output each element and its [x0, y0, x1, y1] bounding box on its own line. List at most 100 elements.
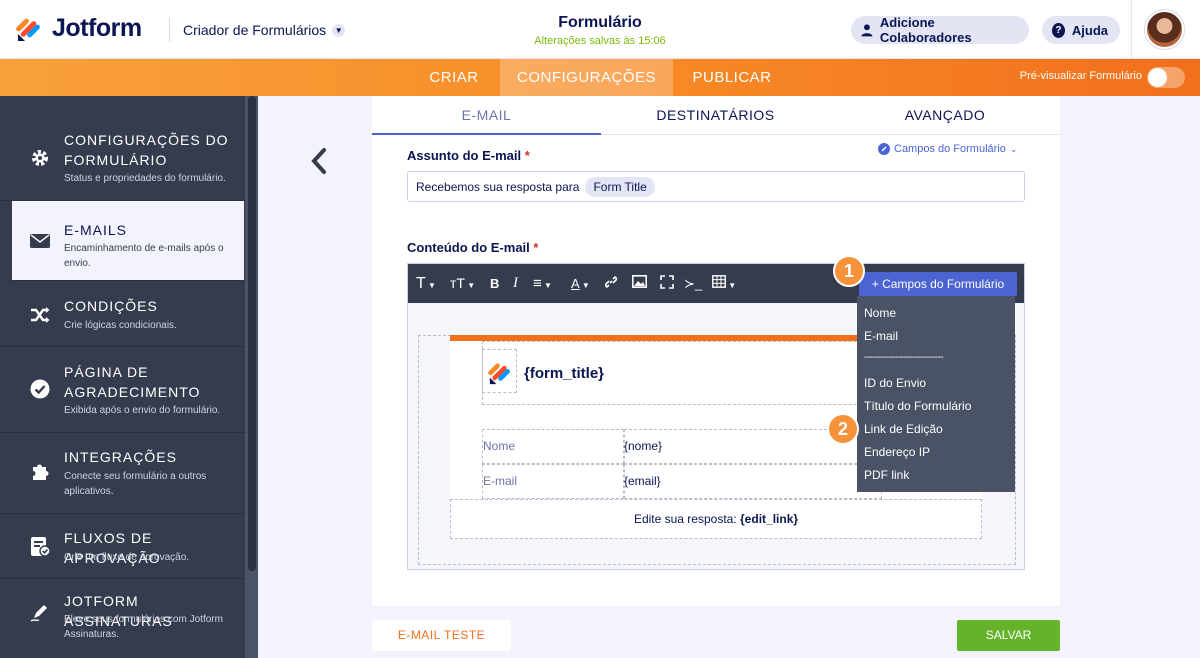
- sidebar-item-signatures[interactable]: JOTFORM ASSINATURAS Eleve seus formulári…: [0, 579, 245, 658]
- sidebar-item-thank-you[interactable]: PÁGINA DE AGRADECIMENTO Exibida após o en…: [0, 348, 245, 433]
- sidebar-item-title: CONDIÇÕES: [64, 298, 158, 314]
- pen-icon: [28, 600, 52, 624]
- table-dropdown[interactable]: ▼: [712, 275, 736, 292]
- form-title[interactable]: Formulário: [500, 14, 700, 32]
- dropdown-item-pdf-link[interactable]: PDF link: [864, 468, 909, 482]
- email-tabs: E-MAIL DESTINATÁRIOS AVANÇADO: [372, 96, 1060, 135]
- main-navigation: CRIAR CONFIGURAÇÕES PUBLICAR Pré-visuali…: [0, 59, 1200, 96]
- test-email-button[interactable]: E-MAIL TESTE: [372, 620, 511, 651]
- sidebar-item-emails[interactable]: E-MAILS Encaminhamento de e-mails após o…: [12, 201, 244, 281]
- subject-text: Recebemos sua resposta para: [416, 179, 580, 194]
- source-code-icon[interactable]: ≻_: [684, 275, 702, 292]
- add-collaborators-button[interactable]: Adicione Colaboradores: [851, 15, 1029, 45]
- sidebar-item-conditions[interactable]: CONDIÇÕES Crie lógicas condicionais.: [0, 282, 245, 347]
- top-bar: Jotform Criador de Formulários ▼ Formulá…: [0, 0, 1200, 59]
- dropdown-item-form-title[interactable]: Título do Formulário: [864, 399, 971, 413]
- brand-name: Jotform: [52, 14, 142, 42]
- edit-link-line: Edite sua resposta: {edit_link}: [633, 512, 799, 526]
- image-icon[interactable]: [632, 275, 647, 292]
- font-size-dropdown[interactable]: ᴛT ▼: [450, 275, 475, 292]
- sidebar-scrollbar-thumb[interactable]: [248, 96, 256, 571]
- sidebar-item-approval-flows[interactable]: FLUXOS DE APROVAÇÃO Crie um fluxo de apr…: [0, 514, 245, 579]
- form-title-area: Formulário Alterações salvas às 15:06: [500, 14, 700, 47]
- preview-label: Pré-visualizar Formulário: [1019, 70, 1142, 82]
- sidebar-item-desc: Eleve seus formulários com Jotform Assina…: [64, 614, 223, 640]
- subject-tag[interactable]: Form Title: [585, 176, 655, 197]
- chevron-down-icon: ▼: [332, 23, 346, 37]
- user-icon: [861, 24, 873, 37]
- sidebar-item-desc: Crie um fluxo de aprovação.: [64, 552, 190, 563]
- sidebar-item-title: CONFIGURAÇÕES DO FORMULÁRIO: [64, 132, 229, 168]
- approval-icon: [28, 535, 52, 559]
- font-family-dropdown[interactable]: T ▼: [416, 275, 436, 292]
- bold-button[interactable]: B: [490, 275, 499, 292]
- sidebar-item-desc: Status e propriedades do formulário.: [64, 173, 226, 184]
- sidebar-item-integrations[interactable]: INTEGRAÇÕES Conecte seu formulário a out…: [0, 433, 245, 514]
- italic-button[interactable]: I: [513, 275, 518, 292]
- content-label: Conteúdo do E-mail *: [407, 240, 539, 255]
- dropdown-separator: ----------------------------: [864, 352, 944, 363]
- subject-input[interactable]: Recebemos sua resposta para Form Title: [407, 171, 1025, 202]
- tab-publicar[interactable]: PUBLICAR: [676, 59, 788, 96]
- puzzle-icon: [28, 459, 52, 483]
- tab-email[interactable]: E-MAIL: [372, 96, 601, 135]
- sidebar-item-title: E-MAILS: [64, 222, 128, 238]
- row-email-label: E-mail: [483, 474, 518, 488]
- form-fields-dropdown-button[interactable]: + Campos do Formulário: [859, 272, 1017, 296]
- form-creator-dropdown[interactable]: Criador de Formulários ▼: [183, 22, 346, 38]
- help-button[interactable]: ? Ajuda: [1042, 16, 1120, 44]
- envelope-icon: [28, 229, 52, 253]
- form-fields-link-label: Campos do Formulário: [894, 143, 1006, 155]
- dropdown-item-ip-address[interactable]: Endereço IP: [864, 445, 930, 459]
- jotform-logo[interactable]: Jotform: [16, 14, 142, 43]
- question-icon: ?: [1052, 22, 1065, 38]
- save-status: Alterações salvas às 15:06: [534, 35, 666, 47]
- header-divider: [169, 18, 170, 42]
- tab-criar[interactable]: CRIAR: [412, 59, 496, 96]
- settings-sidebar: CONFIGURAÇÕES DO FORMULÁRIO Status e prop…: [0, 96, 258, 658]
- dropdown-item-edit-link[interactable]: Link de Edição: [864, 422, 943, 436]
- link-icon: [878, 143, 890, 155]
- preview-toggle[interactable]: [1147, 67, 1185, 88]
- tab-recipients[interactable]: DESTINATÁRIOS: [601, 96, 830, 135]
- form-fields-dropdown-menu: Nome E-mail ----------------------------…: [857, 296, 1015, 492]
- dropdown-item-name[interactable]: Nome: [864, 306, 896, 320]
- row-email-value: {email}: [624, 474, 661, 488]
- sidebar-item-desc: Conecte seu formulário a outros aplicativ…: [64, 471, 207, 497]
- row-name-value: {nome}: [624, 439, 663, 453]
- sidebar-item-desc: Crie lógicas condicionais.: [64, 320, 177, 331]
- check-circle-icon: [28, 377, 52, 401]
- template-form-title[interactable]: {form_title}: [524, 365, 604, 382]
- tab-configuracoes[interactable]: CONFIGURAÇÕES: [500, 59, 673, 96]
- help-label: Ajuda: [1071, 22, 1108, 38]
- sidebar-item-desc: Encaminhamento de e-mails após o envio.: [64, 243, 224, 269]
- tab-advanced[interactable]: AVANÇADO: [830, 96, 1060, 135]
- sidebar-item-form-settings[interactable]: CONFIGURAÇÕES DO FORMULÁRIO Status e prop…: [0, 96, 245, 201]
- sidebar-item-title: INTEGRAÇÕES: [64, 449, 177, 465]
- shuffle-icon: [28, 303, 52, 327]
- edit-link-tag[interactable]: {edit_link}: [740, 512, 798, 526]
- jotform-logo-icon: [488, 363, 511, 385]
- creator-label: Criador de Formulários: [183, 22, 327, 38]
- dropdown-item-submission-id[interactable]: ID do Envio: [864, 376, 926, 390]
- jotform-logo-icon: [16, 18, 40, 41]
- row-name-label: Nome: [483, 439, 516, 453]
- chevron-down-icon: ⌄: [1009, 143, 1018, 154]
- subject-label: Assunto do E-mail *: [407, 148, 530, 163]
- step-badge-2: 2: [827, 413, 859, 445]
- row-email-value-cell: [624, 464, 882, 499]
- dropdown-item-email[interactable]: E-mail: [864, 329, 898, 343]
- align-dropdown[interactable]: ≡ ▼: [533, 275, 552, 292]
- sidebar-item-title: PÁGINA DE AGRADECIMENTO: [64, 364, 201, 400]
- sidebar-item-desc: Exibida após o envio do formulário.: [64, 405, 221, 416]
- link-icon[interactable]: [604, 275, 618, 292]
- back-arrow-icon[interactable]: [309, 147, 333, 177]
- form-fields-link[interactable]: Campos do Formulário ⌄: [878, 143, 1017, 155]
- fullscreen-icon[interactable]: [660, 275, 674, 292]
- avatar[interactable]: [1145, 10, 1184, 49]
- account-area: [1131, 0, 1200, 59]
- gear-icon: [28, 146, 52, 170]
- save-button[interactable]: SALVAR: [957, 620, 1060, 651]
- add-collaborators-label: Adicione Colaboradores: [879, 15, 972, 45]
- text-color-dropdown[interactable]: A ▼: [571, 275, 590, 292]
